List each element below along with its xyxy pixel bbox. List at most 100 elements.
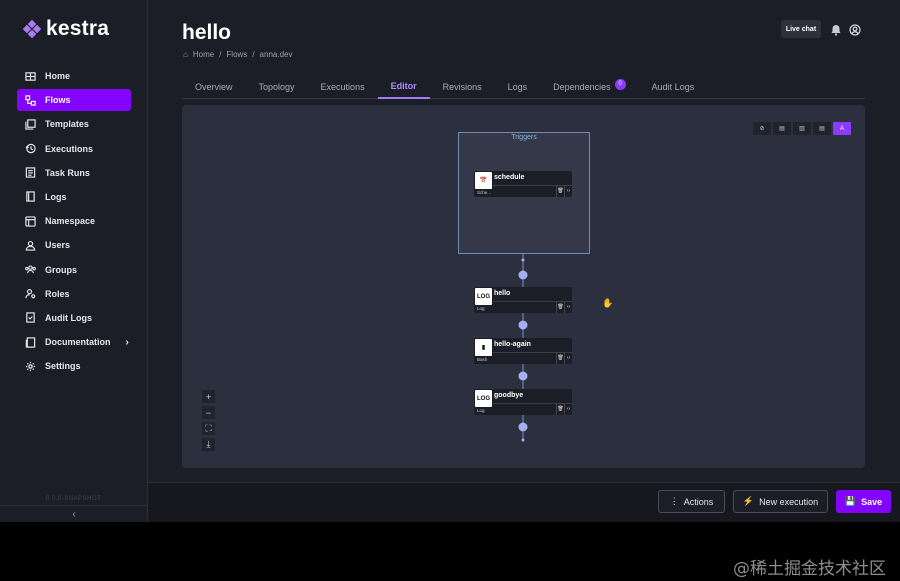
node-actions: 🗑 ‹› (556, 403, 572, 415)
sidebar-item-label: Home (45, 71, 71, 81)
sidebar-item-namespace[interactable]: Namespace (17, 210, 131, 232)
delete-icon[interactable]: 🗑 (556, 352, 564, 364)
brand-name: kestra (46, 17, 110, 40)
doc-view-button[interactable]: ▤ (813, 122, 831, 135)
node-type: Bash (477, 357, 488, 362)
tab-executions[interactable]: Executions (308, 75, 378, 99)
fit-view-button[interactable]: ⛶ (202, 422, 215, 435)
topology-view-button[interactable]: A (833, 122, 851, 135)
sidebar-item-task-runs[interactable]: Task Runs (17, 162, 131, 184)
templates-icon (24, 118, 36, 130)
sidebar-item-label: Namespace (45, 216, 96, 227)
tab-editor[interactable]: Editor (377, 75, 430, 99)
sidebar-collapse-button[interactable]: ‹ (0, 505, 148, 522)
sidebar-item-label: Documentation (45, 337, 111, 348)
sidebar-item-logs[interactable]: Logs (17, 186, 131, 208)
tab-audit-logs[interactable]: Audit Logs (639, 75, 708, 99)
triggers-label: Triggers (511, 134, 537, 141)
new-execution-label: New execution (759, 496, 819, 507)
tab-revisions[interactable]: Revisions (430, 75, 495, 99)
view-toolbar: ⊘ ▤ ▥ ▤ A (753, 122, 851, 135)
sidebar-item-users[interactable]: Users (17, 234, 131, 256)
zoom-in-button[interactable]: + (202, 390, 215, 403)
tab-topology[interactable]: Topology (246, 75, 308, 99)
node-name: goodbye (494, 392, 524, 399)
save-label: Save (861, 496, 883, 507)
breadcrumb: ⌂ Home / Flows / anna.dev (183, 50, 292, 59)
sidebar-item-roles[interactable]: Roles (17, 283, 131, 305)
sidebar-item-home[interactable]: Home (17, 65, 131, 87)
sidebar-item-label: Audit Logs (45, 312, 92, 323)
list-icon (24, 167, 36, 179)
kestra-logo[interactable]: kestra (22, 17, 110, 41)
breadcrumb-flows[interactable]: Flows (226, 50, 247, 59)
sidebar: kestra Home Flows Templates Executions T… (0, 0, 148, 522)
node-name: schedule (494, 174, 525, 181)
page-title: hello (182, 21, 232, 44)
sidebar-item-settings[interactable]: Settings (17, 355, 131, 377)
sidebar-item-label: Users (45, 240, 71, 251)
user-icon (24, 239, 36, 251)
breadcrumb-separator: / (252, 50, 255, 59)
sidebar-item-templates[interactable]: Templates (17, 113, 131, 135)
notebook-icon (24, 191, 36, 203)
sidebar-item-label: Settings (45, 361, 81, 372)
breadcrumb-home[interactable]: Home (193, 50, 214, 59)
flash-icon: ⚡ (742, 496, 755, 506)
grid-icon (24, 70, 36, 82)
actions-button[interactable]: ⋮ Actions (658, 490, 725, 513)
roles-icon (24, 288, 36, 300)
actions-label: Actions (683, 496, 714, 507)
delete-icon[interactable]: 🗑 (556, 185, 564, 197)
account-icon[interactable] (849, 23, 861, 36)
sidebar-item-flows[interactable]: Flows (17, 89, 131, 112)
home-icon: ⌂ (183, 50, 188, 59)
code-icon[interactable]: ‹› (564, 185, 572, 197)
sidebar-item-groups[interactable]: Groups (17, 259, 131, 281)
task-node-hello[interactable]: LOG hello Log 🗑 ‹› (474, 287, 572, 313)
task-node-schedule[interactable]: 📅 schedule Sche... 🗑 ‹› (474, 171, 572, 197)
log-icon: LOG (475, 288, 492, 305)
gear-icon (24, 360, 36, 372)
delete-icon[interactable]: 🗑 (556, 403, 564, 415)
flow-tabs: Overview Topology Executions Editor Revi… (182, 75, 865, 99)
hand-cursor-icon: ✋ (602, 298, 614, 308)
breadcrumb-namespace: anna.dev (259, 50, 293, 59)
node-actions: 🗑 ‹› (556, 352, 572, 364)
kestra-logo-icon (22, 19, 42, 39)
code-icon[interactable]: ‹› (564, 352, 572, 364)
sidebar-nav: Home Flows Templates Executions Task Run… (17, 65, 131, 379)
watermark: @稀土掘金技术社区 (733, 559, 886, 579)
sidebar-item-executions[interactable]: Executions (17, 138, 131, 160)
save-button[interactable]: 💾 Save (836, 490, 891, 513)
chevron-left-icon: ‹ (72, 508, 76, 520)
delete-icon[interactable]: 🗑 (556, 301, 564, 313)
sidebar-item-documentation[interactable]: Documentation › (17, 331, 131, 353)
tab-overview[interactable]: Overview (182, 75, 246, 99)
download-button[interactable]: ⤓ (202, 438, 215, 451)
namespace-icon (24, 215, 36, 227)
book-icon (24, 336, 36, 348)
sidebar-item-label: Task Runs (45, 167, 90, 178)
new-execution-button[interactable]: ⚡ New execution (733, 490, 828, 513)
source-view-button[interactable]: ▤ (773, 122, 791, 135)
sidebar-item-label: Flows (45, 95, 71, 106)
tab-dependencies[interactable]: Dependencies 0 (540, 75, 639, 99)
sidebar-item-label: Roles (45, 288, 70, 299)
node-actions: 🗑 ‹› (556, 185, 572, 197)
hide-topology-button[interactable]: ⊘ (753, 122, 771, 135)
live-chat-button[interactable]: Live chat (781, 20, 821, 38)
zoom-out-button[interactable]: − (202, 406, 215, 419)
code-icon[interactable]: ‹› (564, 301, 572, 313)
task-node-goodbye[interactable]: LOG goodbye Log 🗑 ‹› (474, 389, 572, 415)
tab-logs[interactable]: Logs (495, 75, 541, 99)
task-node-hello-again[interactable]: ▮ hello-again Bash 🗑 ‹› (474, 338, 572, 364)
breadcrumb-separator: / (219, 50, 222, 59)
bell-icon[interactable] (830, 23, 842, 36)
chevron-right-icon: › (125, 336, 129, 348)
flow-icon (24, 94, 36, 106)
sidebar-item-audit-logs[interactable]: Audit Logs (17, 307, 131, 329)
app-window: kestra Home Flows Templates Executions T… (0, 0, 900, 522)
split-view-button[interactable]: ▥ (793, 122, 811, 135)
code-icon[interactable]: ‹› (564, 403, 572, 415)
